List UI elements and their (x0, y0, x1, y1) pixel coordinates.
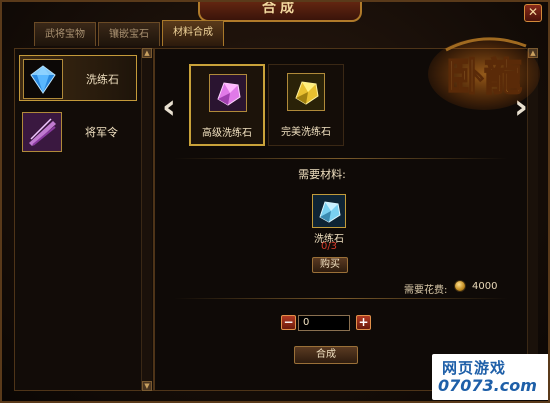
site-watermark: 网页游戏 07073.com (432, 354, 548, 400)
watermark-line1: 网页游戏 (442, 359, 507, 377)
window-title: 合成 (198, 2, 362, 22)
gold-crystal-icon (287, 73, 325, 111)
product-slot-perfect-refine-stone[interactable]: 完美洗练石 (268, 64, 344, 146)
watermark-line2: 07073.com (438, 376, 537, 395)
tab-material-synthesis[interactable]: 材料合成 (162, 20, 224, 46)
recipe-item-label: 洗练石 (86, 73, 119, 86)
cost-label: 需要花费: (404, 285, 448, 296)
recipe-item-refine-stone[interactable]: 洗练石 (19, 55, 137, 101)
quantity-increase-button[interactable]: + (356, 315, 371, 330)
game-logo: 卧龍 (426, 30, 542, 112)
product-label: 高级洗练石 (202, 128, 252, 139)
materials-title: 需要材料: (298, 168, 346, 181)
buy-button[interactable]: 购买 (312, 257, 348, 273)
tab-general-treasure[interactable]: 武将宝物 (34, 22, 96, 46)
quantity-decrease-button[interactable]: − (281, 315, 296, 330)
refine-stone-material-icon (312, 194, 346, 228)
product-label: 完美洗练石 (281, 127, 331, 138)
synthesis-window: 合成 ✕ 武将宝物 镶嵌宝石 材料合成 洗练石 将军令 ▲ ▼ ▲ ‹ › 高级… (0, 0, 550, 403)
cost-value: 4000 (472, 281, 498, 292)
material-count: 0/3 (320, 241, 338, 252)
divider (174, 158, 508, 159)
scroll-up-button[interactable]: ▲ (142, 48, 152, 58)
game-logo-text: 卧龍 (446, 54, 522, 99)
product-slot-advanced-refine-stone[interactable]: 高级洗练石 (189, 64, 265, 146)
recipe-list: 洗练石 将军令 (14, 48, 154, 391)
recipe-list-scrollbar[interactable]: ▲ ▼ (141, 48, 152, 391)
recipe-item-general-token[interactable]: 将军令 (19, 109, 137, 155)
quantity-input[interactable]: 0 (298, 315, 350, 331)
scroll-down-button[interactable]: ▼ (142, 381, 152, 391)
purple-blade-icon (22, 112, 62, 152)
prev-arrow-icon[interactable]: ‹ (162, 90, 176, 124)
divider (174, 298, 508, 299)
tab-gem-inlay[interactable]: 镶嵌宝石 (98, 22, 160, 46)
coin-icon (454, 280, 466, 292)
synthesize-button[interactable]: 合成 (294, 346, 358, 364)
blue-gem-icon (23, 59, 63, 99)
pink-crystal-icon (209, 74, 247, 112)
recipe-item-label: 将军令 (85, 126, 118, 139)
close-button[interactable]: ✕ (524, 4, 542, 22)
